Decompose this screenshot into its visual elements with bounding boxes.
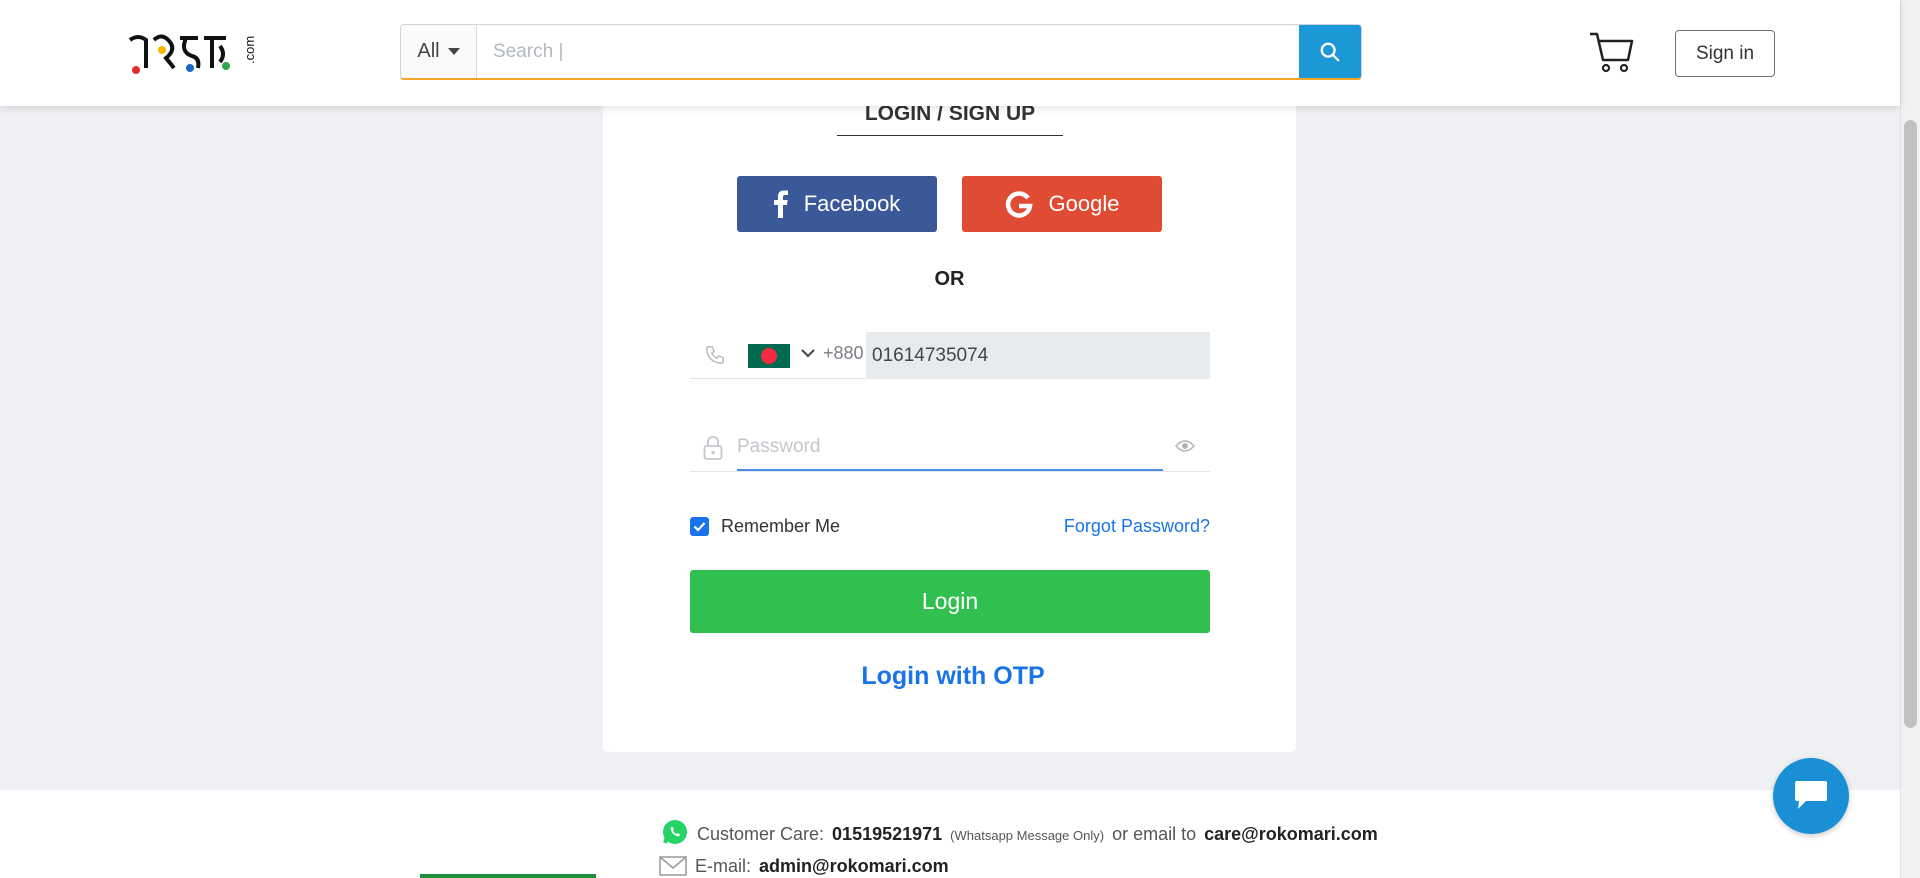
dial-code: +880 xyxy=(823,343,864,363)
logo-artwork: .com xyxy=(128,34,257,74)
remember-me-label: Remember Me xyxy=(721,516,841,536)
google-label: Google xyxy=(1048,191,1120,216)
facebook-login-button[interactable]: Facebook xyxy=(737,176,937,232)
search-input[interactable] xyxy=(477,25,1299,78)
customer-care-row: Customer Care: 01519521971 (Whatsapp Mes… xyxy=(661,812,1378,845)
eye-icon[interactable] xyxy=(1175,439,1195,453)
search-icon xyxy=(1320,42,1340,61)
email-label: E-mail: xyxy=(695,856,752,876)
chevron-down-icon[interactable] xyxy=(800,345,816,361)
password-field xyxy=(690,425,1210,472)
search-category-label: All xyxy=(417,40,440,62)
site-footer: Customer Care: 01519521971 (Whatsapp Mes… xyxy=(0,790,1900,878)
checkbox-box[interactable] xyxy=(690,517,709,536)
login-button[interactable]: Login xyxy=(690,570,1210,633)
remember-me-checkbox[interactable]: Remember Me xyxy=(690,516,840,537)
rokomari-logo[interactable]: .com xyxy=(126,28,266,78)
chat-icon xyxy=(1795,781,1827,809)
phone-icon xyxy=(706,346,724,364)
care-email-link[interactable]: care@rokomari.com xyxy=(1204,824,1378,845)
cart-icon xyxy=(1590,32,1634,73)
login-title: LOGIN / SIGN UP xyxy=(837,102,1063,136)
site-header: .com All Sign in xyxy=(0,0,1900,106)
or-email-label: or email to xyxy=(1112,824,1197,844)
or-divider: OR xyxy=(934,268,965,290)
login-with-otp-link[interactable]: Login with OTP xyxy=(603,662,1303,691)
lock-icon xyxy=(703,436,723,460)
forgot-password-link[interactable]: Forgot Password? xyxy=(1064,516,1210,537)
facebook-icon xyxy=(773,190,788,218)
check-icon xyxy=(693,522,706,532)
sign-in-button[interactable]: Sign in xyxy=(1675,30,1775,77)
page-scrollbar[interactable] xyxy=(1900,0,1920,878)
google-login-button[interactable]: Google xyxy=(962,176,1162,232)
search-bar: All xyxy=(400,24,1362,80)
svg-text:.com: .com xyxy=(242,36,257,64)
whatsapp-icon xyxy=(663,820,687,844)
cart-button[interactable] xyxy=(1588,30,1634,74)
password-input[interactable] xyxy=(737,425,1163,471)
footer-accent-bar xyxy=(420,874,596,878)
login-card: LOGIN / SIGN UP Facebook Google OR +880 xyxy=(603,80,1296,752)
customer-care-label: Customer Care: xyxy=(697,824,825,844)
chat-widget-button[interactable] xyxy=(1773,758,1849,834)
caret-down-icon xyxy=(447,48,460,55)
facebook-label: Facebook xyxy=(803,191,901,216)
admin-email-row: E-mail: admin@rokomari.com xyxy=(659,852,949,877)
customer-care-phone[interactable]: 01519521971 xyxy=(832,824,942,845)
google-icon xyxy=(1005,191,1033,218)
phone-input[interactable] xyxy=(866,332,1210,379)
search-category-dropdown[interactable]: All xyxy=(401,25,477,78)
customer-care-note: (Whatsapp Message Only) xyxy=(950,828,1105,843)
search-button[interactable] xyxy=(1299,25,1361,78)
scrollbar-thumb[interactable] xyxy=(1904,120,1917,728)
bangladesh-flag-icon[interactable] xyxy=(748,344,790,368)
admin-email-link[interactable]: admin@rokomari.com xyxy=(759,856,949,877)
phone-field: +880 xyxy=(690,332,1210,379)
mail-icon xyxy=(659,856,687,876)
